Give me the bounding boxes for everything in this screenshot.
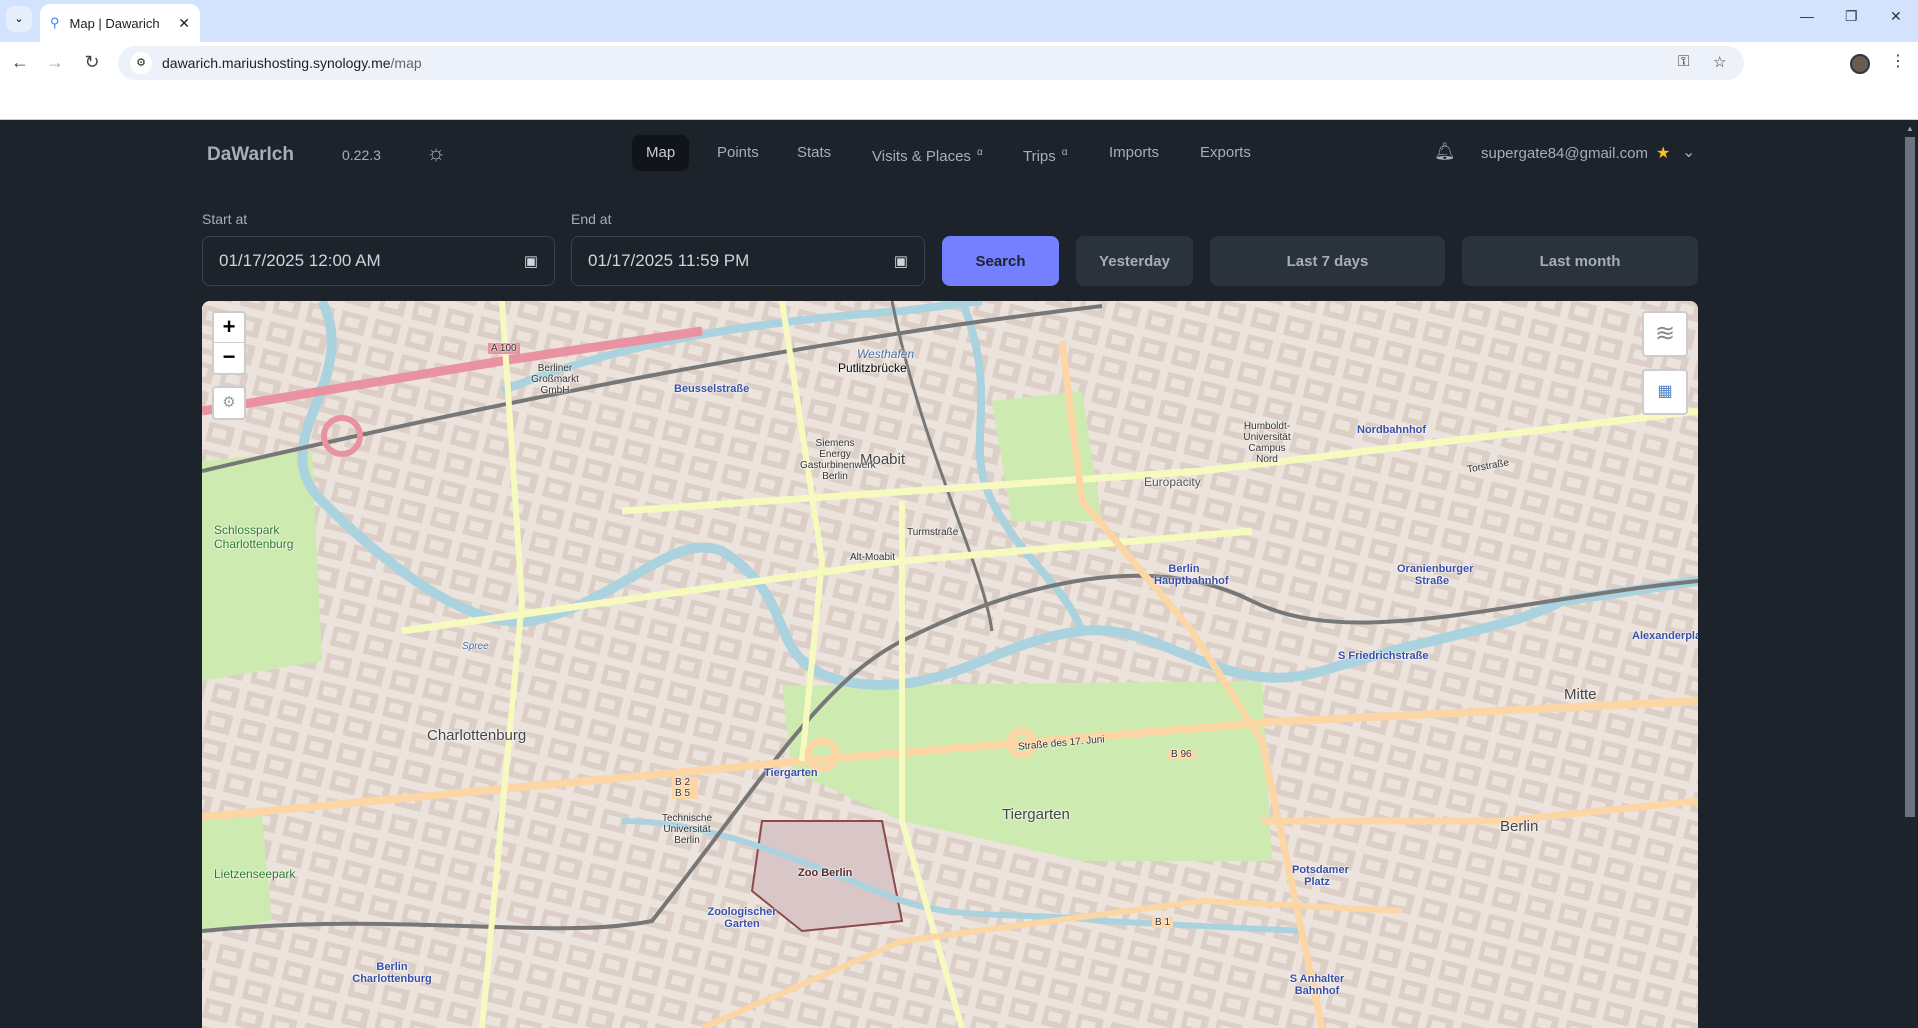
map-label: Oranienburger Straße (1397, 563, 1474, 587)
bookmark-star-icon[interactable]: ☆ (1713, 53, 1726, 71)
star-icon: ★ (1656, 145, 1671, 162)
map-label: Siemens Energy Gasturbinenwerk Berlin (800, 438, 876, 482)
map[interactable]: Moabit Charlottenburg Tiergarten Berlin … (202, 301, 1698, 1028)
map-label: Berlin Charlottenburg (352, 961, 432, 985)
nav-stats[interactable]: Stats (783, 135, 845, 171)
start-at-value: 01/17/2025 12:00 AM (219, 251, 381, 270)
map-label: Humboldt-Universität Campus Nord (1243, 421, 1291, 465)
browser-toolbar: ← → ↻ ⚙ dawarich.mariushosting.synology.… (0, 42, 1918, 120)
map-label: Beusselstraße (674, 383, 750, 395)
page-scrollbar[interactable]: ▲ (1902, 120, 1918, 1028)
nav-imports[interactable]: Imports (1095, 135, 1173, 171)
map-label: B 2 B 5 (672, 777, 698, 799)
map-label: Westhafen (857, 347, 915, 361)
map-label: Potsdamer Platz (1292, 864, 1349, 888)
map-label: Berlin (1500, 818, 1539, 835)
map-label: Lietzenseepark (214, 867, 296, 881)
map-label: A 100 (488, 343, 520, 354)
scroll-up-icon[interactable]: ▲ (1906, 124, 1914, 133)
map-label: S Friedrichstraße (1338, 650, 1429, 662)
alpha-badge: α (976, 147, 983, 158)
app: DaWarIch 0.22.3 ☼ Map Points Stats Visit… (0, 120, 1902, 1028)
map-label: Zoo Berlin (798, 867, 853, 879)
bell-icon[interactable]: 🔔︎ (1434, 142, 1456, 162)
settings-gear-icon[interactable]: ⚙ (212, 386, 246, 420)
map-label: Alt-Moabit (850, 552, 896, 563)
last-7-days-button[interactable]: Last 7 days (1210, 236, 1445, 286)
password-key-icon[interactable]: ⚿ (1678, 53, 1689, 70)
start-at-input[interactable]: 01/17/2025 12:00 AM ▣ (202, 236, 555, 286)
map-label: Turmstraße (907, 527, 959, 538)
zoom-out-button[interactable]: − (214, 343, 244, 373)
minimize-icon[interactable]: — (1800, 8, 1814, 24)
map-label: Mitte (1564, 686, 1597, 703)
tab-search-button[interactable]: ⌄ (6, 6, 32, 32)
start-at-label: Start at (202, 211, 248, 227)
zoom-control: + − (212, 311, 246, 375)
map-label: Tiergarten (1002, 806, 1070, 823)
brand-logo[interactable]: DaWarIch (207, 144, 294, 166)
end-at-input[interactable]: 01/17/2025 11:59 PM ▣ (571, 236, 925, 286)
map-tiles (202, 301, 1698, 1028)
map-label: Charlottenburg (427, 727, 527, 744)
restore-icon[interactable]: ❐ (1845, 8, 1858, 25)
map-label: Nordbahnhof (1357, 424, 1427, 436)
map-pin-favicon-icon: ⚲ (50, 15, 60, 30)
site-settings-icon[interactable]: ⚙ (130, 52, 152, 74)
reload-icon[interactable]: ↻ (82, 52, 102, 73)
map-label: B 1 (1152, 917, 1174, 928)
map-label: Berlin Hauptbahnhof (1154, 563, 1229, 587)
map-label: Berliner Großmarkt GmbH (531, 363, 579, 396)
map-label: Technische Universität Berlin (661, 813, 713, 846)
map-label: Alexanderplat (1632, 630, 1698, 642)
map-label: B 96 (1168, 749, 1195, 760)
close-window-icon[interactable]: ✕ (1890, 8, 1902, 25)
nav-map[interactable]: Map (632, 135, 690, 171)
map-label: Europacity (1144, 475, 1201, 489)
layers-icon[interactable]: ≋ (1642, 311, 1688, 357)
tab-title: Map | Dawarich (69, 15, 160, 31)
search-button[interactable]: Search (942, 236, 1059, 286)
last-month-button[interactable]: Last month (1462, 236, 1698, 286)
map-label: Spree (462, 641, 489, 652)
url-host: dawarich.mariushosting.synology.me (162, 55, 391, 71)
map-label: Zoologischer Garten (707, 906, 777, 930)
schlosspark (202, 451, 322, 681)
scrollbar-thumb[interactable] (1905, 137, 1915, 817)
version-badge: 0.22.3 (342, 147, 381, 163)
address-bar[interactable]: ⚙ dawarich.mariushosting.synology.me/map… (118, 46, 1744, 80)
close-tab-icon[interactable]: ✕ (178, 15, 190, 32)
end-at-label: End at (571, 211, 612, 227)
end-at-value: 01/17/2025 11:59 PM (588, 251, 750, 270)
nav-visits-places[interactable]: Visits & Places α (858, 135, 997, 171)
profile-avatar[interactable] (1850, 54, 1870, 74)
nav-points[interactable]: Points (703, 135, 773, 171)
alpha-badge: α (1061, 147, 1068, 158)
zoom-in-button[interactable]: + (214, 313, 244, 343)
calendar-icon[interactable]: ▦ (1642, 369, 1688, 415)
map-label: Tiergarten (764, 767, 818, 779)
back-icon[interactable]: ← (10, 52, 30, 73)
map-label: S Anhalter Bahnhof (1289, 973, 1345, 997)
nav-exports[interactable]: Exports (1186, 135, 1265, 171)
calendar-icon[interactable]: ▣ (524, 252, 538, 270)
menu-icon[interactable]: ⋮ (1890, 51, 1906, 71)
yesterday-button[interactable]: Yesterday (1076, 236, 1193, 286)
sun-icon[interactable]: ☼ (426, 140, 446, 166)
url-path: /map (390, 55, 422, 71)
nav-trips[interactable]: Trips α (1009, 135, 1082, 171)
chevron-down-icon[interactable]: ⌄ (1682, 142, 1695, 162)
browser-tab[interactable]: ⚲ Map | Dawarich ✕ (40, 4, 200, 42)
map-label: Schlosspark Charlottenburg (214, 523, 294, 551)
forward-icon[interactable]: → (45, 52, 65, 73)
browser-tab-strip: ⌄ ⚲ Map | Dawarich ✕ — ❐ ✕ (0, 0, 1918, 42)
user-email[interactable]: supergate84@gmail.com (1481, 145, 1648, 162)
calendar-icon[interactable]: ▣ (894, 252, 908, 270)
map-label: Putlitzbrücke (838, 361, 907, 375)
